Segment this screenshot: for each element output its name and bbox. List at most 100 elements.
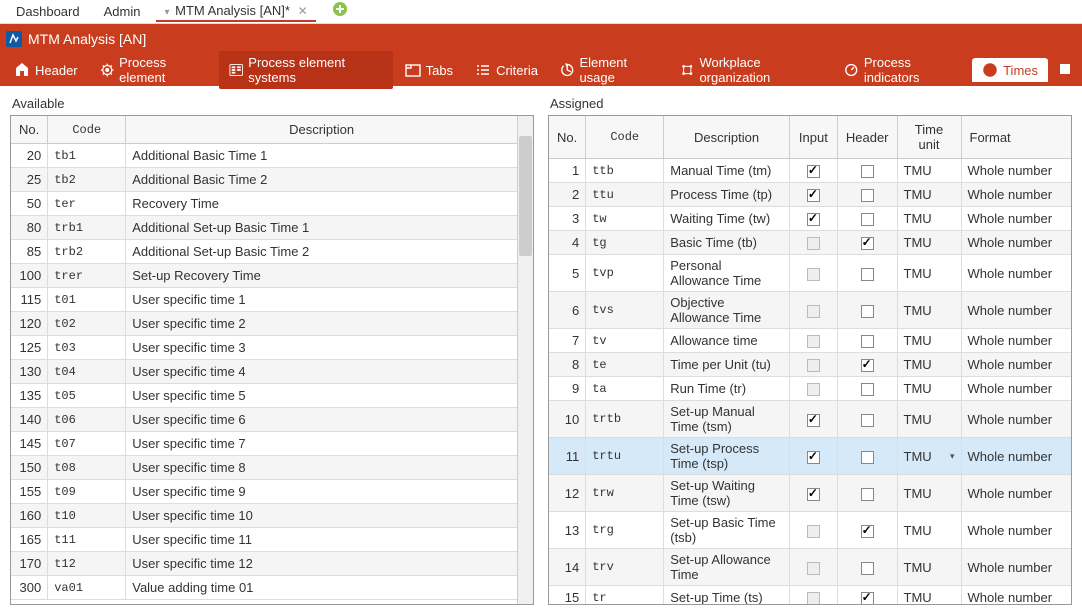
cell-no: 5 — [549, 255, 586, 292]
table-row[interactable]: 50terRecovery Time — [11, 192, 517, 216]
ribbon-process-element-systems[interactable]: Process element systems — [219, 51, 393, 89]
cell-code: ter — [48, 192, 126, 216]
table-row[interactable]: 100trerSet-up Recovery Time — [11, 264, 517, 288]
table-row[interactable]: 165t11User specific time 11 — [11, 528, 517, 552]
table-row[interactable]: 160t10User specific time 10 — [11, 504, 517, 528]
ribbon-overflow-button[interactable] — [1052, 58, 1078, 83]
table-row[interactable]: 140t06User specific time 6 — [11, 408, 517, 432]
col-header-code[interactable]: Code — [48, 116, 126, 144]
assigned-grid: No. Code Description Input Header Time u… — [548, 115, 1072, 605]
tab-admin[interactable]: Admin — [96, 2, 149, 21]
header-checkbox[interactable] — [861, 213, 874, 226]
header-checkbox[interactable] — [861, 592, 874, 604]
cell-no: 4 — [549, 231, 586, 255]
tab-dashboard[interactable]: Dashboard — [8, 2, 88, 21]
col-header-no[interactable]: No. — [549, 116, 586, 159]
table-row[interactable]: 155t09User specific time 9 — [11, 480, 517, 504]
table-row[interactable]: 300va01Value adding time 01 — [11, 576, 517, 600]
table-row[interactable]: 1ttbManual Time (tm)TMUWhole number — [549, 159, 1071, 183]
ribbon-criteria[interactable]: Criteria — [465, 58, 548, 82]
tab-mtm-analysis[interactable]: ▾ MTM Analysis [AN]* ✕ — [156, 1, 315, 22]
col-header-no[interactable]: No. — [11, 116, 48, 144]
table-row[interactable]: 2ttuProcess Time (tp)TMUWhole number — [549, 183, 1071, 207]
ribbon-tabs[interactable]: Tabs — [395, 58, 463, 82]
table-row[interactable]: 130t04User specific time 4 — [11, 360, 517, 384]
chevron-down-icon: ▾ — [164, 7, 169, 18]
header-checkbox[interactable] — [861, 165, 874, 178]
input-checkbox[interactable] — [807, 213, 820, 226]
ribbon-element-usage[interactable]: Element usage — [550, 51, 668, 89]
header-checkbox[interactable] — [861, 359, 874, 372]
ribbon-process-indicators[interactable]: Process indicators — [834, 51, 970, 89]
header-checkbox[interactable] — [861, 383, 874, 396]
cell-input — [789, 475, 837, 512]
cell-no: 3 — [549, 207, 586, 231]
input-checkbox[interactable] — [807, 488, 820, 501]
table-row[interactable]: 4tgBasic Time (tb)TMUWhole number — [549, 231, 1071, 255]
cell-no: 50 — [11, 192, 48, 216]
header-checkbox[interactable] — [861, 562, 874, 575]
table-row[interactable]: 25tb2Additional Basic Time 2 — [11, 168, 517, 192]
ribbon-times[interactable]: Times — [972, 58, 1048, 82]
input-checkbox[interactable] — [807, 189, 820, 202]
table-row[interactable]: 125t03User specific time 3 — [11, 336, 517, 360]
table-row[interactable]: 170t12User specific time 12 — [11, 552, 517, 576]
close-tab-button[interactable]: ✕ — [298, 4, 308, 18]
table-row[interactable]: 10trtbSet-up Manual Time (tsm)TMUWhole n… — [549, 401, 1071, 438]
cell-header — [837, 438, 897, 475]
col-header-input[interactable]: Input — [789, 116, 837, 159]
table-row[interactable]: 135t05User specific time 5 — [11, 384, 517, 408]
input-checkbox — [807, 268, 820, 281]
header-checkbox[interactable] — [861, 451, 874, 464]
cell-format: Whole number — [961, 549, 1071, 586]
col-header-format[interactable]: Format — [961, 116, 1071, 159]
table-row[interactable]: 14trvSet-up Allowance TimeTMUWhole numbe… — [549, 549, 1071, 586]
header-checkbox[interactable] — [861, 268, 874, 281]
col-header-header[interactable]: Header — [837, 116, 897, 159]
input-checkbox[interactable] — [807, 165, 820, 178]
table-row[interactable]: 15trSet-up Time (ts)TMUWhole number — [549, 586, 1071, 605]
cell-desc: Set-up Manual Time (tsm) — [664, 401, 790, 438]
table-row[interactable]: 6tvsObjective Allowance TimeTMUWhole num… — [549, 292, 1071, 329]
cell-input — [789, 329, 837, 353]
cell-desc: User specific time 8 — [126, 456, 517, 480]
col-header-desc[interactable]: Description — [664, 116, 790, 159]
cell-header — [837, 401, 897, 438]
table-row[interactable]: 11trtuSet-up Process Time (tsp)TMU▾Whole… — [549, 438, 1071, 475]
table-row[interactable]: 5tvpPersonal Allowance TimeTMUWhole numb… — [549, 255, 1071, 292]
table-row[interactable]: 150t08User specific time 8 — [11, 456, 517, 480]
table-row[interactable]: 12trwSet-up Waiting Time (tsw)TMUWhole n… — [549, 475, 1071, 512]
header-checkbox[interactable] — [861, 305, 874, 318]
col-header-timeunit[interactable]: Time unit — [897, 116, 961, 159]
col-header-code[interactable]: Code — [586, 116, 664, 159]
ribbon-process-element[interactable]: Process element — [90, 51, 217, 89]
table-row[interactable]: 13trgSet-up Basic Time (tsb)TMUWhole num… — [549, 512, 1071, 549]
table-row[interactable]: 3twWaiting Time (tw)TMUWhole number — [549, 207, 1071, 231]
header-checkbox[interactable] — [861, 525, 874, 538]
ribbon-header[interactable]: Header — [4, 58, 88, 82]
input-checkbox[interactable] — [807, 451, 820, 464]
table-row[interactable]: 115t01User specific time 1 — [11, 288, 517, 312]
table-row[interactable]: 8teTime per Unit (tu)TMUWhole number — [549, 353, 1071, 377]
table-row[interactable]: 20tb1Additional Basic Time 1 — [11, 144, 517, 168]
header-checkbox[interactable] — [861, 414, 874, 427]
table-row[interactable]: 145t07User specific time 7 — [11, 432, 517, 456]
add-tab-button[interactable] — [332, 1, 348, 22]
header-checkbox[interactable] — [861, 335, 874, 348]
table-row[interactable]: 85trb2Additional Set-up Basic Time 2 — [11, 240, 517, 264]
ribbon-workplace-organization[interactable]: Workplace organization — [670, 51, 832, 89]
table-row[interactable]: 7tvAllowance timeTMUWhole number — [549, 329, 1071, 353]
table-row[interactable]: 80trb1Additional Set-up Basic Time 1 — [11, 216, 517, 240]
header-checkbox[interactable] — [861, 189, 874, 202]
cell-code: t11 — [48, 528, 126, 552]
header-checkbox[interactable] — [861, 237, 874, 250]
available-scrollbar[interactable] — [517, 116, 533, 604]
header-checkbox[interactable] — [861, 488, 874, 501]
input-checkbox[interactable] — [807, 414, 820, 427]
table-row[interactable]: 9taRun Time (tr)TMUWhole number — [549, 377, 1071, 401]
timeunit-dropdown[interactable]: TMU▾ — [904, 449, 955, 464]
table-row[interactable]: 120t02User specific time 2 — [11, 312, 517, 336]
cell-header — [837, 353, 897, 377]
main-content: Available No. Code Description 20tb1Addi… — [0, 86, 1082, 615]
col-header-desc[interactable]: Description — [126, 116, 517, 144]
